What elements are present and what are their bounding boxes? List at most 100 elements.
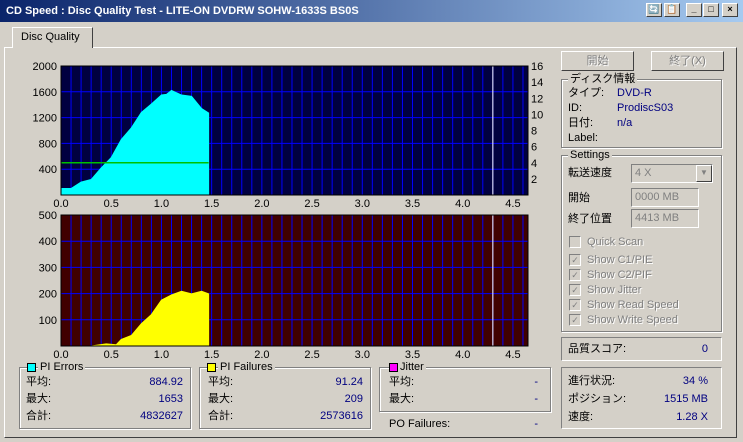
pi-failures-x-tick-label: 2.5	[304, 349, 319, 358]
maximize-button[interactable]: □	[703, 3, 719, 17]
copy-icon[interactable]: 📋	[664, 3, 680, 17]
pi-errors-avg-value: 884.92	[149, 376, 183, 388]
pi-errors-total-value: 4832627	[140, 410, 183, 422]
title-bar: CD Speed : Disc Quality Test - LITE-ON D…	[0, 0, 743, 22]
end-position-input[interactable]: 4413 MB	[631, 209, 699, 228]
quality-score-label: 品質スコア:	[568, 343, 627, 355]
quick-scan-label: Quick Scan	[587, 236, 644, 248]
position-value: 1515 MB	[663, 393, 708, 405]
settings-title: Settings	[568, 149, 612, 161]
speed-select-value: 4 X	[635, 167, 652, 179]
show-write-speed-checkbox[interactable]: ✓	[569, 314, 581, 326]
show-write-speed-label: Show Write Speed	[587, 314, 678, 326]
progress-label: 進行状況:	[568, 375, 616, 387]
pi-failures-y-tick-label: 400	[39, 236, 57, 248]
po-failures-value: -	[534, 418, 538, 430]
pi-errors-y-tick-label: 1200	[33, 113, 57, 125]
refresh-icon[interactable]: 🔄	[646, 3, 662, 17]
pi-failures-y-tick-label: 100	[39, 315, 57, 327]
pi-failures-avg-value: 91.24	[335, 376, 363, 388]
start-button[interactable]: 開始	[561, 51, 634, 71]
pi-failures-x-tick-label: 4.0	[455, 349, 470, 358]
pi-failures-max-label: 最大:	[208, 393, 234, 405]
disc-id-value: ProdiscS03	[617, 102, 674, 114]
end-position-label: 終了位置	[568, 213, 612, 225]
pi-failures-x-tick-label: 3.0	[355, 349, 370, 358]
pi-failures-x-tick-label: 3.5	[405, 349, 420, 358]
pi-failures-x-tick-label: 1.5	[204, 349, 219, 358]
pi-errors-avg-label: 平均:	[26, 376, 52, 388]
position-label: ポジション:	[568, 393, 627, 405]
pi-errors-total-label: 合計:	[26, 410, 52, 422]
quick-scan-checkbox[interactable]	[569, 236, 581, 248]
pi-failures-avg-label: 平均:	[208, 376, 234, 388]
disc-id-label: ID:	[568, 102, 583, 114]
pi-failures-x-tick-label: 1.0	[154, 349, 169, 358]
pi-errors-y2-tick-label: 4	[531, 158, 537, 170]
disc-date-value: n/a	[617, 117, 633, 129]
pi-errors-max-label: 最大:	[26, 393, 52, 405]
jitter-title: Jitter	[398, 361, 426, 373]
progress-value: 34 %	[682, 375, 708, 387]
pi-errors-legend-swatch	[27, 363, 36, 372]
pi-errors-y2-tick-label: 12	[531, 93, 543, 105]
disc-label-label: Label:	[568, 132, 598, 144]
disc-type-label: タイプ:	[568, 87, 605, 99]
minimize-button[interactable]: _	[686, 3, 702, 17]
disc-date-label: 日付:	[568, 117, 594, 129]
show-pie-label: Show C1/PIE	[587, 254, 653, 266]
show-jitter-label: Show Jitter	[587, 284, 642, 296]
window-title: CD Speed : Disc Quality Test - LITE-ON D…	[6, 5, 359, 17]
pi-failures-max-value: 209	[344, 393, 363, 405]
pi-failures-title: PI Failures	[218, 361, 275, 373]
disc-info-title: ディスク情報	[568, 73, 638, 85]
pi-errors-title: PI Errors	[38, 361, 86, 373]
pi-failures-legend-swatch	[207, 363, 216, 372]
pi-failures-y-tick-label: 300	[39, 262, 57, 274]
pi-failures-total-label: 合計:	[208, 410, 234, 422]
pi-failures-x-tick-label: 0.5	[104, 349, 119, 358]
jitter-max-label: 最大:	[389, 393, 415, 405]
jitter-avg-label: 平均:	[389, 376, 415, 388]
pi-errors-y2-tick-label: 2	[531, 174, 537, 186]
pi-failures-x-tick-label: 0.0	[53, 349, 68, 358]
pi-failures-x-tick-label: 2.0	[254, 349, 269, 358]
pi-failures-x-tick-label: 4.5	[505, 349, 520, 358]
start-position-input[interactable]: 0000 MB	[631, 188, 699, 207]
pi-errors-y-tick-label: 2000	[33, 61, 57, 73]
speed-select[interactable]: 4 X ▼	[631, 164, 713, 183]
current-speed-label: 速度:	[568, 411, 594, 423]
tab-disc-quality[interactable]: Disc Quality	[12, 27, 93, 48]
jitter-max-value: -	[534, 393, 538, 405]
pi-failures-chart: 500 400 300 200 100 0.0 0.5 1.0 1.5 2.0 2.5 3.0 3.5 4…	[39, 210, 529, 358]
pi-errors-y-tick-label: 400	[39, 164, 57, 176]
show-jitter-checkbox[interactable]: ✓	[569, 284, 581, 296]
pi-failures-y-tick-label: 200	[39, 289, 57, 301]
show-read-speed-label: Show Read Speed	[587, 299, 679, 311]
jitter-legend-swatch	[389, 363, 398, 372]
pi-errors-y2-tick-label: 16	[531, 61, 543, 73]
jitter-avg-value: -	[534, 376, 538, 388]
show-pif-label: Show C2/PIF	[587, 269, 652, 281]
pi-errors-y2-tick-label: 14	[531, 77, 543, 89]
speed-label: 転送速度	[568, 167, 612, 179]
pi-errors-max-value: 1653	[158, 393, 183, 405]
close-button[interactable]: ×	[722, 3, 738, 17]
chevron-down-icon[interactable]: ▼	[696, 165, 712, 182]
quality-score-value: 0	[701, 343, 708, 355]
po-failures-label: PO Failures:	[389, 418, 451, 430]
pi-errors-y2-tick-label: 8	[531, 126, 537, 138]
show-read-speed-checkbox[interactable]: ✓	[569, 299, 581, 311]
current-speed-value: 1.28 X	[676, 411, 708, 423]
disc-type-value: DVD-R	[617, 87, 652, 99]
show-pif-checkbox[interactable]: ✓	[569, 269, 581, 281]
pi-failures-total-value: 2573616	[320, 410, 363, 422]
pi-failures-y-tick-label: 500	[39, 210, 57, 222]
pi-errors-y2-tick-label: 10	[531, 109, 543, 121]
stop-button[interactable]: 終了(X)	[651, 51, 724, 71]
show-pie-checkbox[interactable]: ✓	[569, 254, 581, 266]
pi-errors-y2-tick-label: 6	[531, 142, 537, 154]
start-position-label: 開始	[568, 192, 590, 204]
pi-errors-y-tick-label: 800	[39, 138, 57, 150]
pi-errors-chart: 2000160012008004001614121086420.0 0.5 1.0 1…	[33, 61, 544, 210]
